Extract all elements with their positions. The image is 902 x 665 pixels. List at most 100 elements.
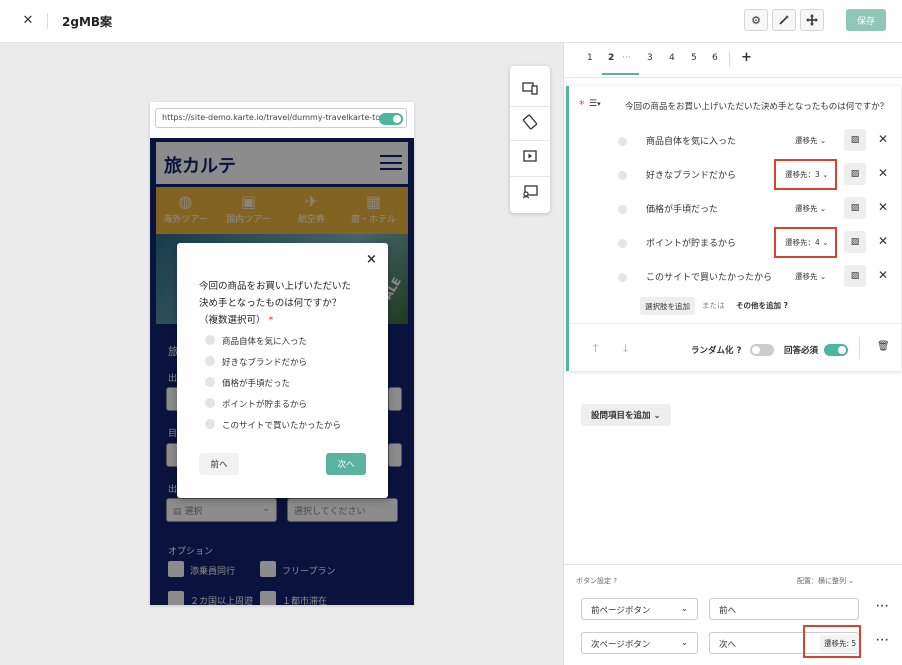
option-label[interactable]: 商品自体を気に入った [646, 134, 736, 147]
page-title: 2gMB案 [62, 15, 113, 29]
option-label[interactable]: ポイントが貯まるから [646, 236, 736, 249]
device-switch-button[interactable] [520, 78, 540, 98]
close-icon[interactable]: × [366, 252, 377, 267]
tab-4[interactable]: 4 [669, 53, 675, 63]
option-label[interactable]: 価格が手頃だった [646, 202, 718, 215]
randomize-toggle[interactable] [750, 344, 774, 356]
question-card: * ☰▾ 今回の商品をお買い上げいただいた決め手となったものは何ですか？ 商品自… [566, 86, 902, 371]
tab-6[interactable]: 6 [712, 53, 718, 63]
tab-2[interactable]: 2 [608, 53, 614, 63]
modal-option[interactable]: ポイントが貯まるから [222, 398, 307, 410]
option-row: 好きなブランドだから 遷移先：3 ⌄ ▨ ✕ [569, 162, 902, 188]
help-icon: ? [736, 346, 742, 356]
option-label[interactable]: 好きなブランドだから [646, 168, 736, 181]
highlight-box [803, 625, 861, 658]
top-header: ✕ 2gMB案 ⚙ 保存 [0, 0, 902, 43]
delete-option-icon[interactable]: ✕ [878, 268, 888, 282]
radio[interactable] [205, 419, 215, 429]
button-text-input[interactable]: 前へ [709, 598, 859, 620]
image-icon: ▨ [850, 271, 860, 281]
divider [47, 13, 48, 29]
move-icon [806, 14, 818, 26]
screen-preview-button[interactable] [520, 182, 540, 202]
radio [618, 171, 627, 180]
image-button[interactable]: ▨ [844, 197, 866, 219]
transition-select[interactable]: 遷移先 ⌄ [795, 271, 826, 282]
image-button[interactable]: ▨ [844, 129, 866, 151]
radio[interactable] [205, 335, 215, 345]
option-row: 商品自体を気に入った 遷移先 ⌄ ▨ ✕ [569, 128, 902, 154]
option-row: ポイントが貯まるから 遷移先：4 ⌄ ▨ ✕ [569, 230, 902, 256]
add-tab-button[interactable]: + [741, 50, 752, 65]
button-settings-label: ボタン設定 ? [576, 577, 617, 585]
move-up-icon[interactable]: ↑ [591, 342, 600, 355]
more-icon[interactable]: ··· [876, 602, 889, 612]
help-icon: ? [783, 301, 788, 310]
caret-down-icon: ▾ [597, 100, 601, 108]
devices-icon [522, 82, 538, 95]
highlight-box [774, 159, 837, 190]
radio[interactable] [205, 356, 215, 366]
url-toggle[interactable] [379, 113, 403, 125]
add-option-button[interactable]: 選択肢を追加 [640, 297, 695, 315]
question-text[interactable]: 今回の商品をお買い上げいただいた決め手となったものは何ですか？ [625, 100, 895, 112]
modal-option[interactable]: 価格が手頃だった [222, 377, 290, 389]
url-field[interactable]: https://site-demo.karte.io/travel/dummy-… [155, 108, 407, 128]
tab-active-indicator [602, 73, 639, 75]
transition-select[interactable]: 遷移先 ⌄ [795, 135, 826, 146]
modal-option[interactable]: 好きなブランドだから [222, 356, 307, 368]
delete-option-icon[interactable]: ✕ [878, 234, 888, 248]
radio[interactable] [205, 377, 215, 387]
button-type-select[interactable]: 前ページボタン ⌄ [581, 598, 698, 620]
add-other-button[interactable]: その他を追加 ? [736, 300, 788, 311]
image-button[interactable]: ▨ [844, 163, 866, 185]
layout-select[interactable]: 配置：横に整列 ⌄ [797, 576, 854, 586]
required-label: 回答必須 [784, 346, 819, 356]
tab-2-more[interactable]: ··· [622, 53, 631, 63]
chevron-down-icon: ⌄ [680, 604, 688, 614]
rotate-button[interactable] [520, 112, 540, 132]
tab-5[interactable]: 5 [691, 53, 697, 63]
close-icon[interactable]: ✕ [20, 12, 36, 28]
preview-play-button[interactable] [520, 146, 540, 166]
button-type-select[interactable]: 次ページボタン ⌄ [581, 632, 698, 654]
delete-option-icon[interactable]: ✕ [878, 200, 888, 214]
image-button[interactable]: ▨ [844, 231, 866, 253]
save-button[interactable]: 保存 [846, 9, 886, 31]
transition-select[interactable]: 遷移先 ⌄ [795, 203, 826, 214]
more-icon[interactable]: ··· [876, 636, 889, 646]
monitor-user-icon [522, 185, 538, 199]
or-label: または [702, 301, 725, 310]
add-question-button[interactable]: 設問項目を追加 ⌄ [581, 404, 671, 426]
image-icon: ▨ [850, 237, 860, 247]
modal-next-button[interactable]: 次へ [326, 453, 366, 475]
option-label[interactable]: このサイトで買いたかったから [646, 270, 772, 283]
radio [618, 205, 627, 214]
tab-3[interactable]: 3 [647, 53, 653, 63]
required-mark: * [579, 98, 585, 111]
radio [618, 239, 627, 248]
gear-icon: ⚙ [751, 13, 761, 27]
move-down-icon[interactable]: ↓ [621, 342, 630, 355]
radio[interactable] [205, 398, 215, 408]
image-icon: ▨ [850, 135, 860, 145]
magic-wand-button[interactable] [772, 9, 796, 31]
modal-option[interactable]: このサイトで買いたかったから [222, 419, 341, 431]
option-row: このサイトで買いたかったから 遷移先 ⌄ ▨ ✕ [569, 264, 902, 290]
tab-1[interactable]: 1 [587, 53, 593, 63]
radio [618, 137, 627, 146]
question-type-select[interactable]: ☰▾ [589, 99, 601, 109]
delete-option-icon[interactable]: ✕ [878, 166, 888, 180]
help-icon: ? [613, 577, 617, 585]
modal-option[interactable]: 商品自体を気に入った [222, 335, 307, 347]
modal-prev-button[interactable]: 前へ [199, 453, 239, 475]
settings-button[interactable]: ⚙ [744, 9, 768, 31]
delete-option-icon[interactable]: ✕ [878, 132, 888, 146]
image-button[interactable]: ▨ [844, 265, 866, 287]
magic-wand-icon [779, 15, 789, 25]
modal-question: 今回の商品をお買い上げいただいた 決め手となったものは何ですか？ （複数選択可）… [199, 281, 352, 326]
required-toggle[interactable] [824, 344, 848, 356]
trash-icon[interactable]: 🗑 [877, 341, 890, 352]
image-icon: ▨ [850, 203, 860, 213]
move-button[interactable] [800, 9, 824, 31]
